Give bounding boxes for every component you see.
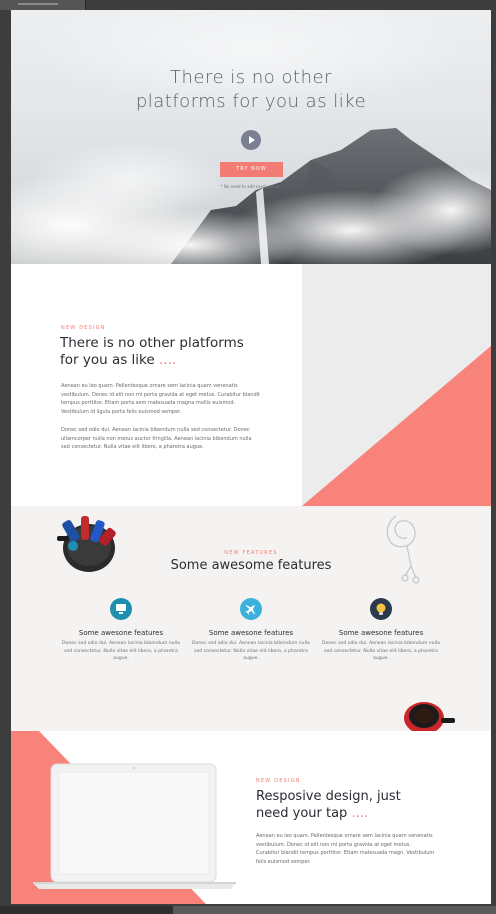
hero-title: There is no other platforms for you as l… xyxy=(11,66,491,114)
feature-text: Donec sed odio dui. Aenean lacinia biben… xyxy=(62,641,180,661)
hero-title-line2: platforms for you as like xyxy=(135,91,367,112)
document-tab[interactable] xyxy=(0,0,86,10)
horizontal-scrollbar[interactable] xyxy=(173,906,496,914)
features-section: NEW FEATURES Some awesome features Some … xyxy=(11,506,491,731)
responsive-heading: Resposive design, just need your tap ...… xyxy=(256,788,456,822)
intro-heading-dots: .... xyxy=(159,352,177,368)
feature-card: Some awesone features Donec sed odio dui… xyxy=(61,598,181,663)
responsive-paragraph: Aenean eu leo quam. Pellentesque ornare … xyxy=(256,833,435,865)
feature-text: Donec sed odio dui. Aenean lacinia biben… xyxy=(322,641,440,661)
feature-card: Some awesone features Donec sed odio dui… xyxy=(191,598,311,663)
hero-section: There is no other platforms for you as l… xyxy=(11,10,491,264)
laptop-image xyxy=(33,763,236,889)
hero-title-line1: There is no other xyxy=(170,67,332,88)
feature-title: Some awesone features xyxy=(338,629,424,637)
try-now-button[interactable]: TRY NOW xyxy=(220,162,283,177)
responsive-section: NEW DESIGN Resposive design, just need y… xyxy=(11,731,491,904)
play-video-button[interactable] xyxy=(241,130,261,150)
hero-note: * No need to add cards details xyxy=(220,184,282,189)
intro-eyebrow: NEW DESIGN xyxy=(61,325,106,331)
intro-paragraph-2: Donec sed odio dui. Aenean lacinia biben… xyxy=(61,427,252,450)
monitor-icon xyxy=(110,598,132,620)
coral-triangle-decoration xyxy=(302,346,491,506)
intro-heading: There is no other platforms for you as l… xyxy=(60,335,280,369)
feature-text: Donec sed odio dui. Aenean lacinia biben… xyxy=(192,641,310,661)
intro-paragraph-1: Aenean eu leo quam. Pellentesque ornare … xyxy=(61,383,260,415)
feature-card: Some awesone features Donec sed odio dui… xyxy=(321,598,441,663)
responsive-heading-dots: .... xyxy=(351,806,368,821)
responsive-heading-line1: Resposive design, just xyxy=(256,789,401,804)
lightbulb-icon xyxy=(370,598,392,620)
feature-title: Some awesone features xyxy=(208,629,294,637)
intro-heading-line1: There is no other platforms xyxy=(60,335,244,351)
coffee-cup-image xyxy=(404,702,455,731)
airplane-icon xyxy=(240,598,262,620)
feature-title: Some awesone features xyxy=(78,629,164,637)
features-heading: Some awesome features xyxy=(170,558,332,573)
responsive-heading-line2: need your tap xyxy=(256,806,348,821)
status-bar xyxy=(0,906,173,914)
responsive-eyebrow: NEW DESIGN xyxy=(256,778,301,784)
page-canvas: There is no other platforms for you as l… xyxy=(11,10,491,904)
features-eyebrow: NEW FEATURES xyxy=(224,550,278,556)
intro-section: NEW DESIGN There is no other platforms f… xyxy=(11,264,491,506)
editor-viewport: There is no other platforms for you as l… xyxy=(0,0,496,914)
intro-heading-line2: for you as like xyxy=(60,352,155,368)
